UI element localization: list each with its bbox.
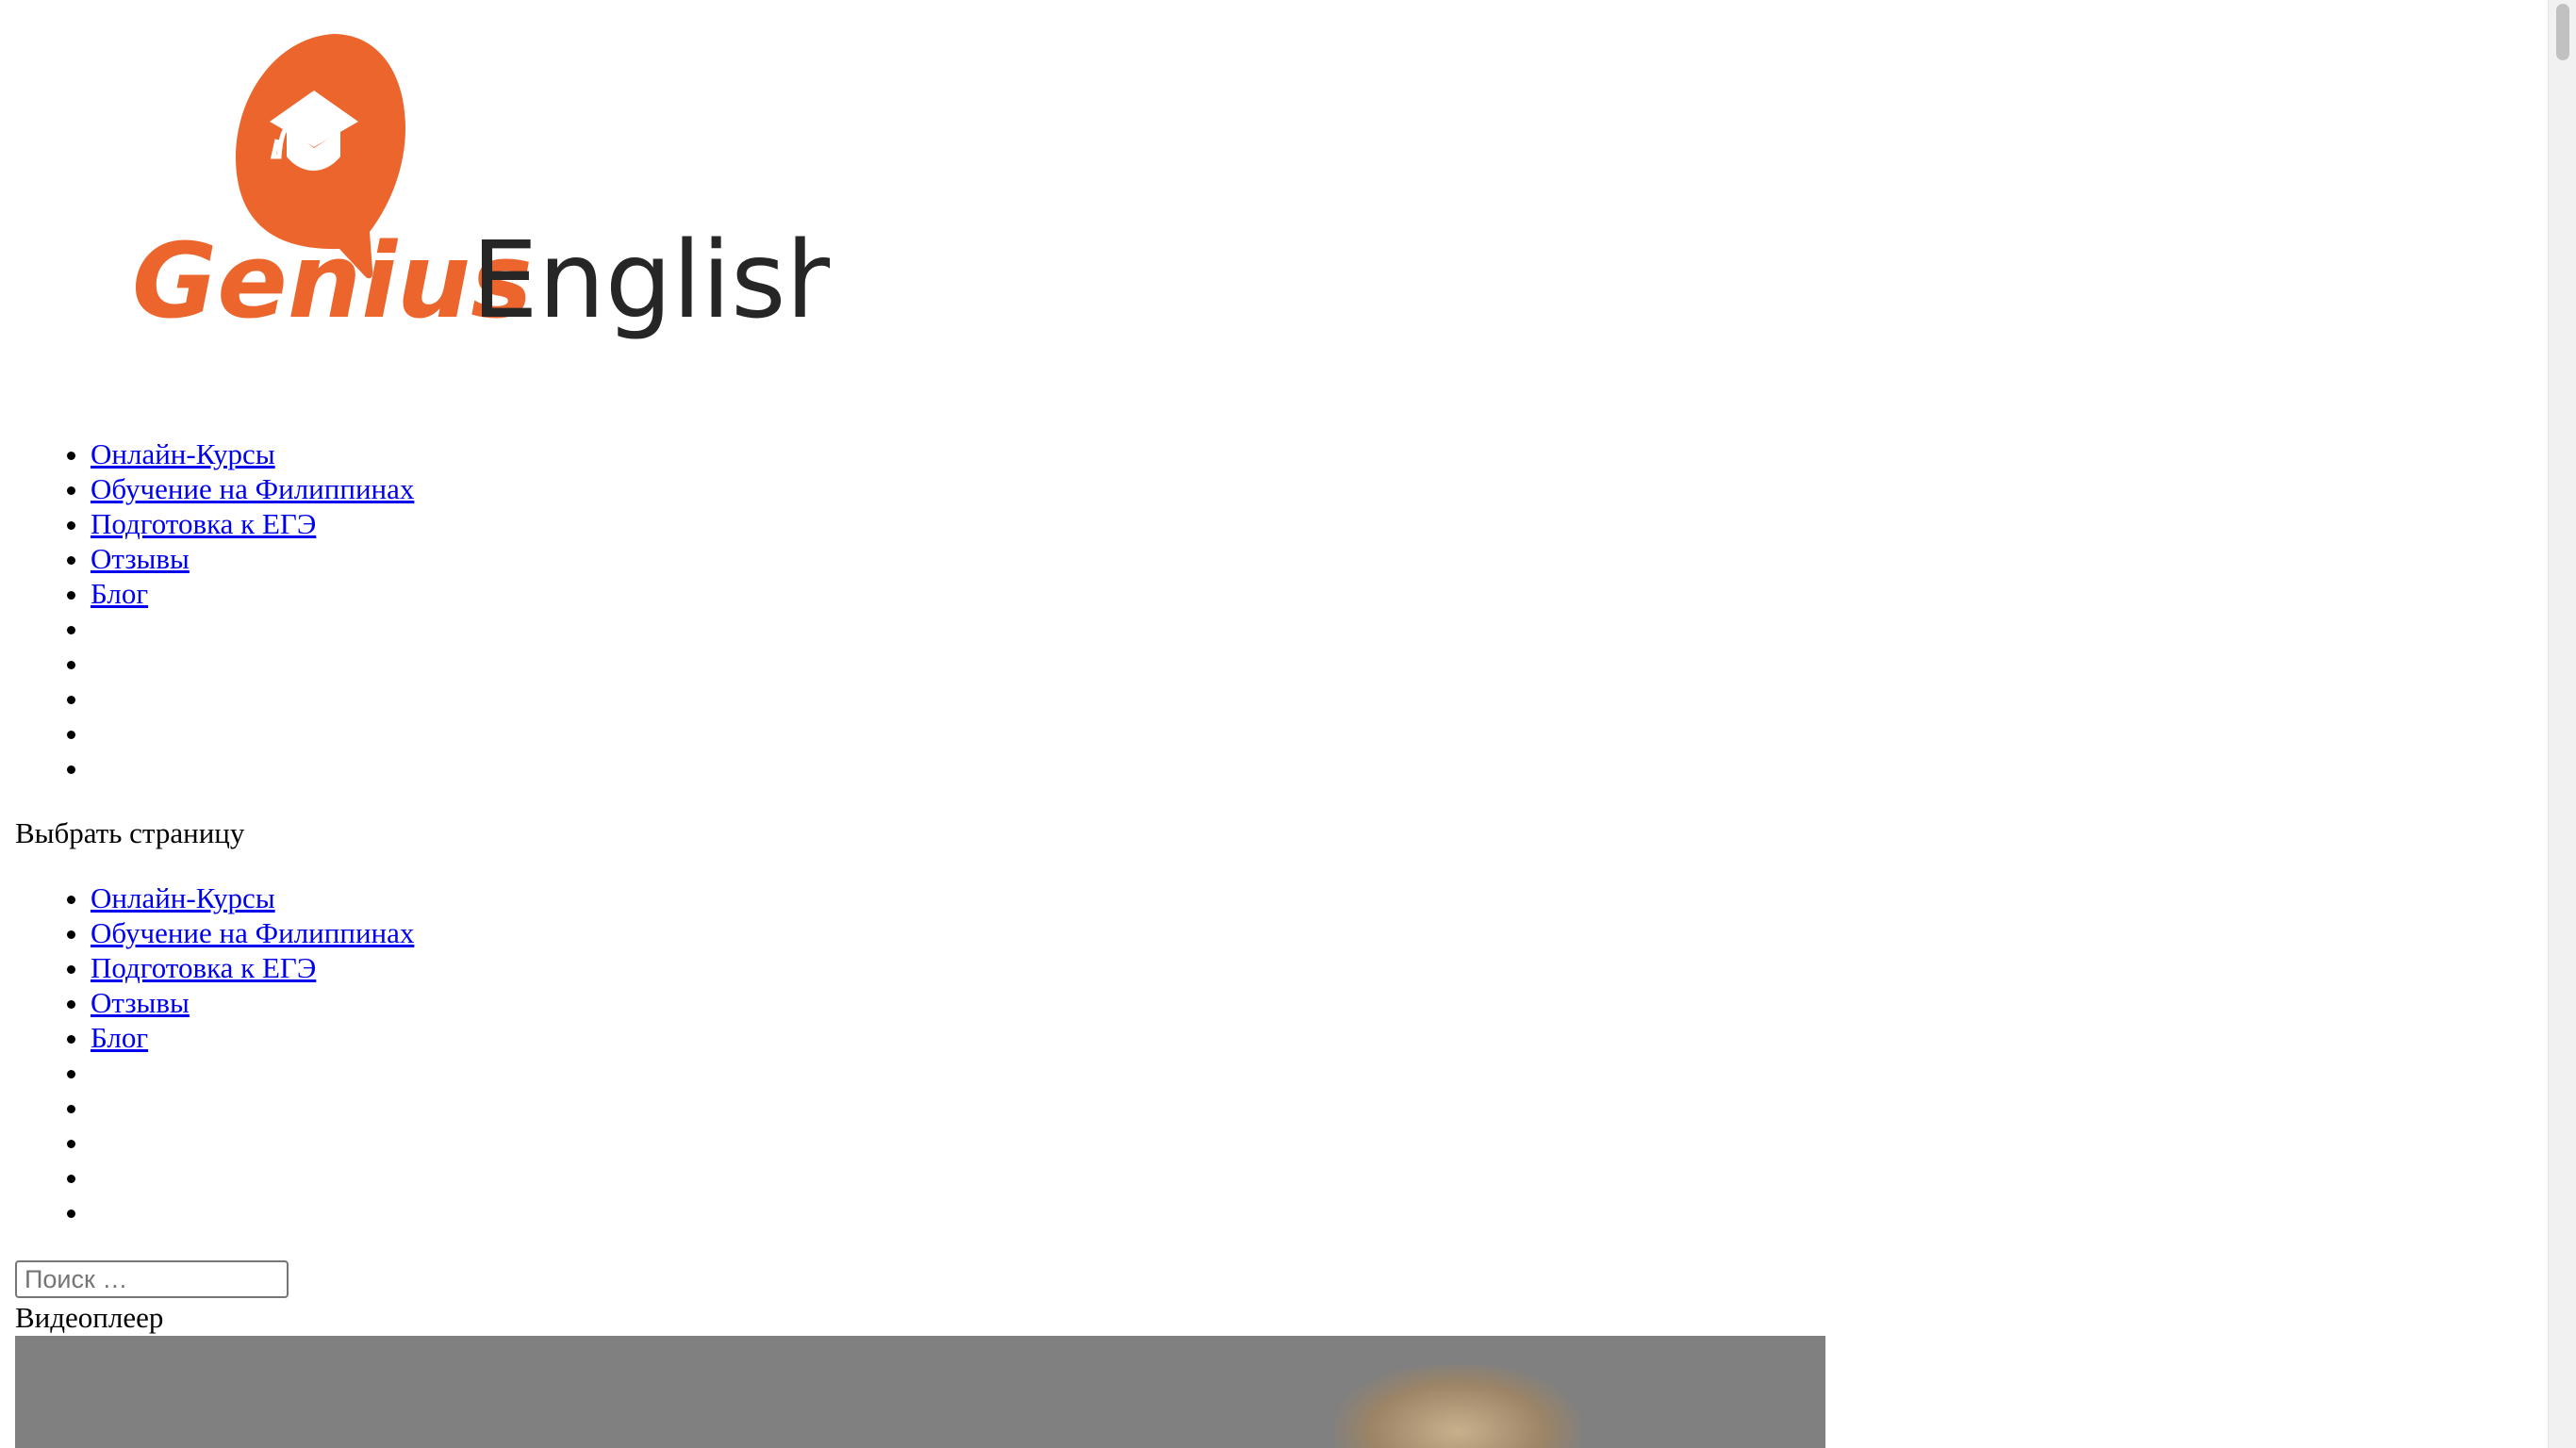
- menu-item-empty: [91, 646, 414, 681]
- search-input[interactable]: [15, 1260, 289, 1298]
- primary-menu: Онлайн-Курсы Обучение на Филиппинах Подг…: [0, 436, 414, 785]
- menu-item-empty: [91, 1090, 414, 1125]
- menu-item[interactable]: Обучение на Филиппинах: [91, 471, 414, 506]
- menu-item[interactable]: Отзывы: [91, 985, 414, 1020]
- video-player[interactable]: [15, 1336, 1825, 1448]
- menu-item-empty: [91, 1160, 414, 1194]
- menu-link-philippines[interactable]: Обучение на Филиппинах: [91, 472, 414, 505]
- menu-item-empty: [91, 681, 414, 716]
- menu-link-online-courses[interactable]: Онлайн-Курсы: [91, 881, 275, 914]
- scrollbar-thumb[interactable]: [2556, 4, 2569, 60]
- mobile-menu: Онлайн-Курсы Обучение на Филиппинах Подг…: [0, 880, 414, 1229]
- menu-item-empty: [91, 750, 414, 785]
- menu-item-empty: [91, 1125, 414, 1160]
- menu-item-empty: [91, 716, 414, 750]
- menu-item[interactable]: Онлайн-Курсы: [91, 880, 414, 915]
- menu-item-empty: [91, 1194, 414, 1229]
- select-page-label[interactable]: Выбрать страницу: [15, 814, 244, 852]
- menu-link-ege[interactable]: Подготовка к ЕГЭ: [91, 507, 316, 540]
- menu-link-reviews[interactable]: Отзывы: [91, 542, 190, 575]
- menu-item[interactable]: Отзывы: [91, 541, 414, 576]
- menu-item[interactable]: Подготовка к ЕГЭ: [91, 950, 414, 985]
- graduation-cap-speech-bubble-icon: Genius English: [132, 34, 852, 342]
- menu-link-blog[interactable]: Блог: [91, 577, 148, 610]
- menu-item[interactable]: Блог: [91, 576, 414, 611]
- menu-link-reviews[interactable]: Отзывы: [91, 986, 190, 1019]
- menu-item-empty: [91, 1055, 414, 1090]
- menu-link-philippines[interactable]: Обучение на Филиппинах: [91, 916, 414, 949]
- video-player-label: Видеоплеер: [15, 1301, 164, 1334]
- svg-text:English: English: [471, 220, 830, 342]
- menu-link-blog[interactable]: Блог: [91, 1021, 148, 1054]
- menu-item[interactable]: Подготовка к ЕГЭ: [91, 506, 414, 541]
- page-scrollbar[interactable]: [2548, 0, 2576, 1448]
- menu-item[interactable]: Обучение на Филиппинах: [91, 915, 414, 950]
- menu-link-ege[interactable]: Подготовка к ЕГЭ: [91, 951, 316, 984]
- site-logo[interactable]: Genius English: [132, 34, 852, 354]
- menu-item[interactable]: Онлайн-Курсы: [91, 436, 414, 471]
- menu-item[interactable]: Блог: [91, 1020, 414, 1055]
- video-thumbnail-person: [1335, 1364, 1580, 1448]
- menu-item-empty: [91, 611, 414, 646]
- menu-link-online-courses[interactable]: Онлайн-Курсы: [91, 437, 275, 470]
